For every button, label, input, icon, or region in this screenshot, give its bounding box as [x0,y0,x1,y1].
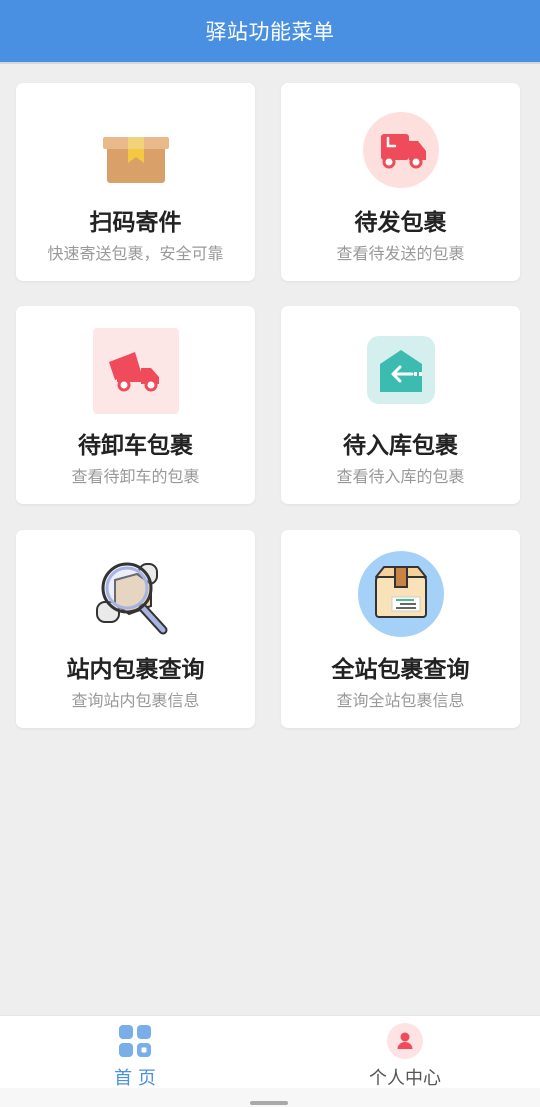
card-title: 扫码寄件 [89,210,182,236]
menu-card-pending-send[interactable]: 待发包裹 查看待发送的包裹 [281,83,520,281]
tab-home-label: 首 页 [114,1068,156,1089]
card-subtitle: 查看待入库的包裹 [336,467,465,486]
package-box-icon [91,105,181,195]
system-home-bar [0,1088,540,1107]
menu-card-scan-send[interactable]: 扫码寄件 快速寄送包裹，安全可靠 [16,83,255,281]
user-icon [386,1022,424,1060]
menu-card-pending-inbound[interactable]: 待入库包裹 查看待入库的包裹 [281,306,520,504]
card-subtitle: 查看待卸车的包裹 [71,467,200,486]
magnifier-package-icon [91,550,181,640]
card-subtitle: 快速寄送包裹，安全可靠 [47,244,224,263]
home-indicator[interactable] [250,1101,288,1105]
tab-profile-label: 个人中心 [369,1068,441,1089]
dump-truck-icon [91,326,181,416]
tab-bar: 首 页 个人中心 [0,1015,540,1089]
header-divider [0,62,540,64]
delivery-truck-icon [356,105,446,195]
card-subtitle: 查询站内包裹信息 [71,691,200,710]
menu-card-station-query[interactable]: 站内包裹查询 查询站内包裹信息 [16,530,255,728]
card-title: 待卸车包裹 [78,433,193,459]
card-title: 待入库包裹 [343,433,458,459]
menu-card-pending-unload[interactable]: 待卸车包裹 查看待卸车的包裹 [16,306,255,504]
warehouse-in-icon [356,334,446,424]
tab-home[interactable]: 首 页 [0,1016,270,1089]
page-title: 驿站功能菜单 [205,20,335,44]
app-header: 驿站功能菜单 [0,0,540,62]
card-title: 站内包裹查询 [66,657,205,683]
menu-card-global-query[interactable]: 全站包裹查询 查询全站包裹信息 [281,530,520,728]
card-subtitle: 查询全站包裹信息 [336,691,465,710]
grid-icon [116,1022,154,1060]
card-subtitle: 查看待发送的包裹 [336,244,465,263]
tab-profile[interactable]: 个人中心 [270,1016,540,1089]
card-title: 全站包裹查询 [331,657,470,683]
card-title: 待发包裹 [354,210,447,236]
package-document-icon [356,549,446,639]
